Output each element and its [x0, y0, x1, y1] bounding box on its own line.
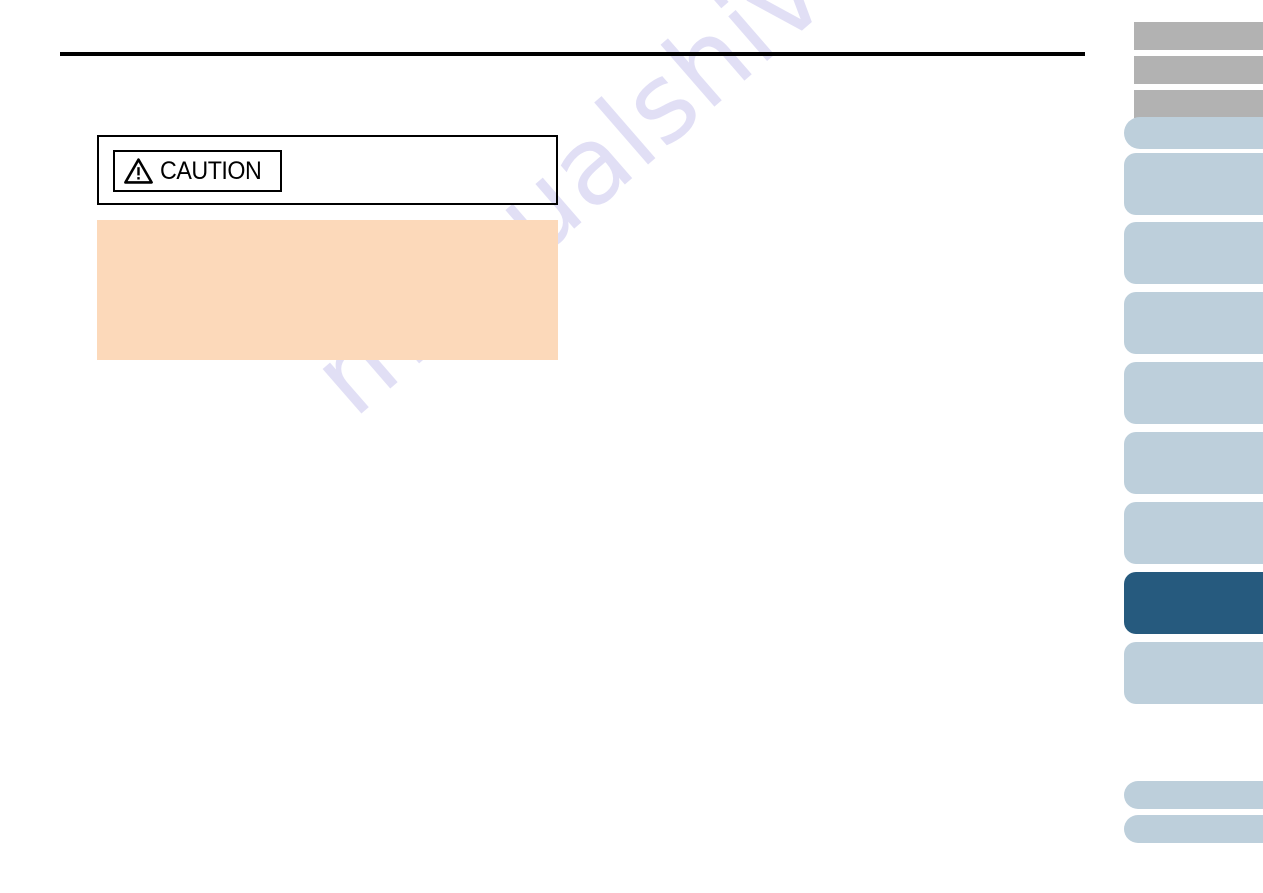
notice-block [97, 220, 558, 360]
header-divider [60, 52, 1085, 56]
tab-3[interactable] [1134, 90, 1263, 118]
tab-12[interactable] [1124, 642, 1263, 704]
tab-6[interactable] [1124, 222, 1263, 284]
caution-badge: CAUTION [113, 150, 282, 192]
tab-strip [1117, 0, 1263, 893]
tab-5[interactable] [1124, 153, 1263, 215]
caution-label: CAUTION [160, 156, 262, 185]
warning-triangle-icon [124, 158, 153, 184]
tab-8[interactable] [1124, 362, 1263, 424]
manual-page: manualshive.com CAUTION [0, 0, 1263, 893]
tab-13[interactable] [1124, 781, 1263, 809]
notice-text [97, 220, 558, 248]
tab-10[interactable] [1124, 502, 1263, 564]
tab-4[interactable] [1124, 117, 1263, 149]
tab-7[interactable] [1124, 292, 1263, 354]
tab-2[interactable] [1134, 56, 1263, 84]
caution-box: CAUTION [97, 135, 558, 205]
tab-14[interactable] [1124, 815, 1263, 843]
tab-11-active[interactable] [1124, 572, 1263, 634]
tab-1[interactable] [1134, 22, 1263, 50]
tab-9[interactable] [1124, 432, 1263, 494]
